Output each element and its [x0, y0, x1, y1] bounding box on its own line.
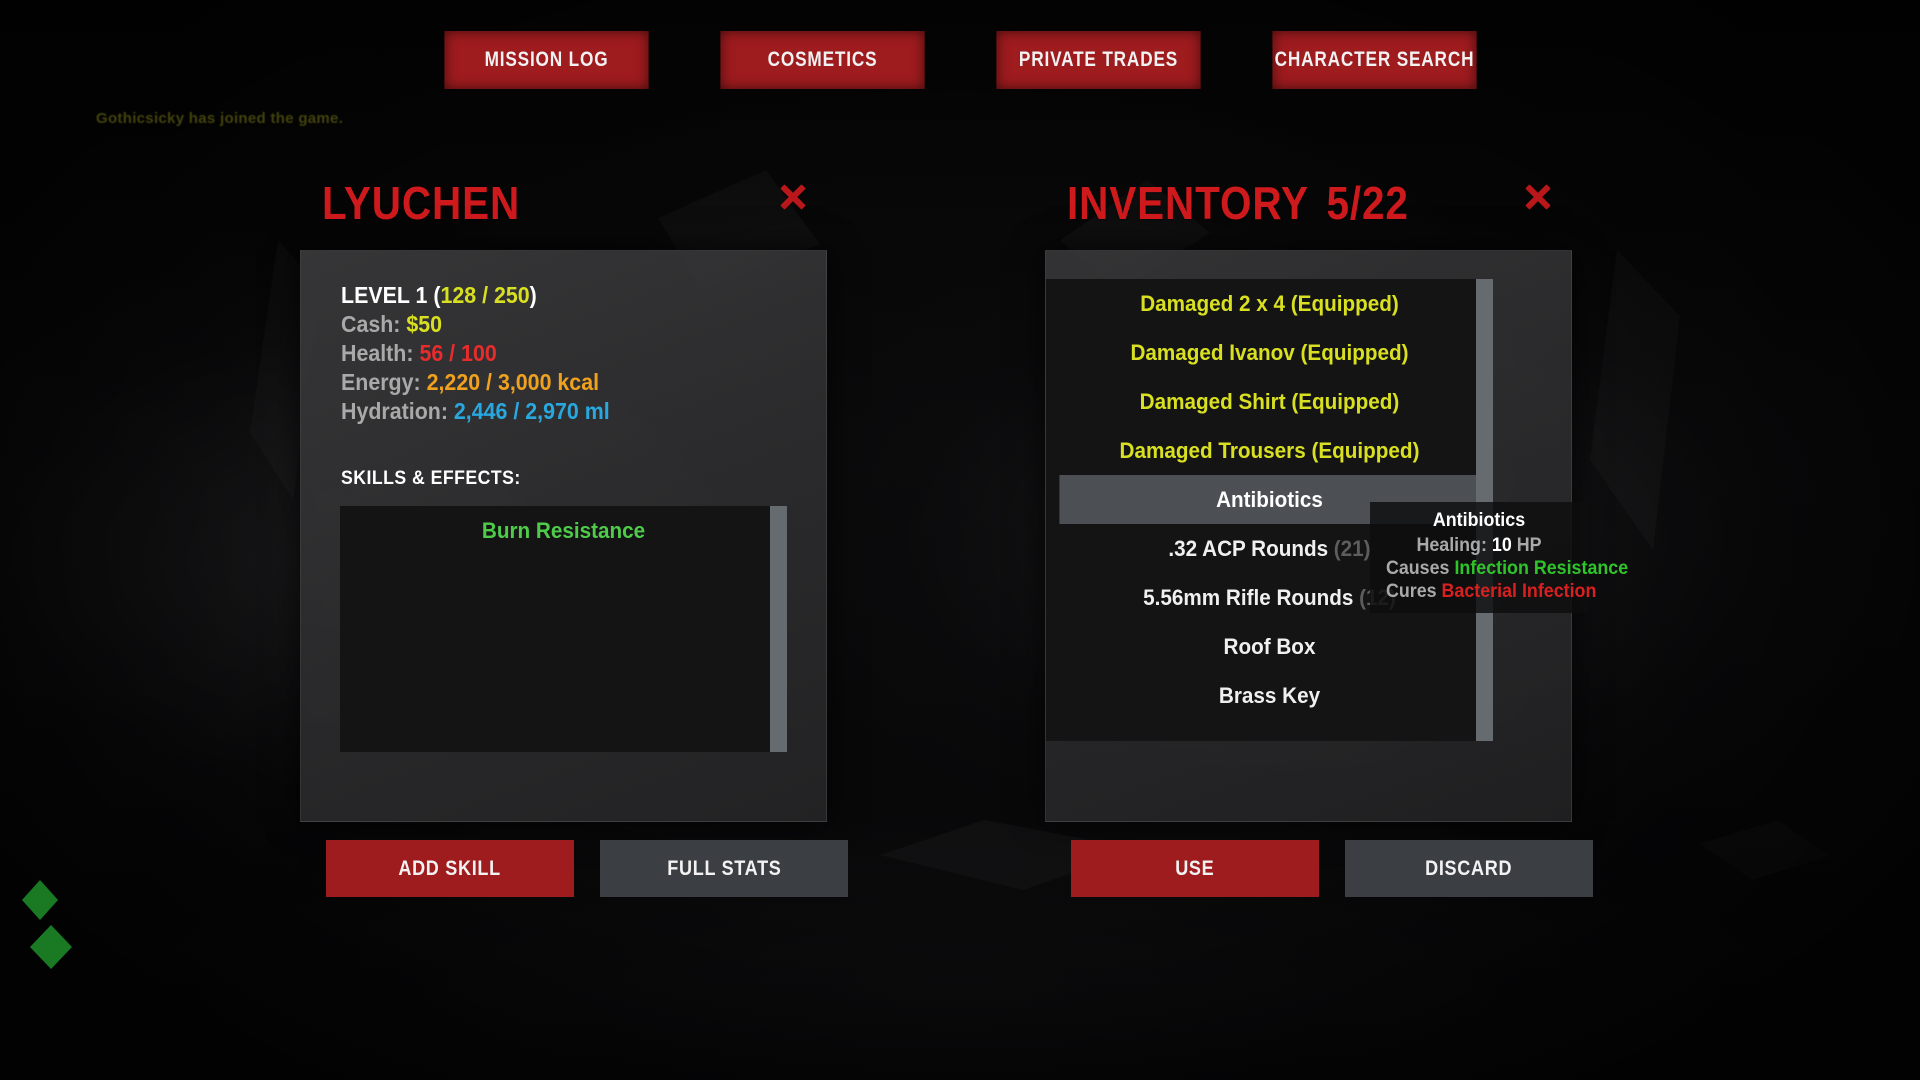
- character-stats-block: LEVEL 1 (128 / 250) Cash: $50 Health: 56…: [301, 251, 826, 426]
- inventory-panel-title: INVENTORY 5/22: [1067, 180, 1540, 226]
- list-item-label: Damaged Shirt (Equipped): [1139, 389, 1400, 414]
- list-item-label: Damaged 2 x 4 (Equipped): [1140, 291, 1399, 316]
- stat-label-health: Health:: [341, 340, 414, 366]
- list-item-label: 5.56mm Rifle Rounds: [1143, 585, 1354, 610]
- list-item[interactable]: Damaged Ivanov (Equipped): [1059, 328, 1479, 377]
- character-panel-body: LEVEL 1 (128 / 250) Cash: $50 Health: 56…: [300, 250, 827, 822]
- character-action-row: ADD SKILL FULL STATS: [326, 840, 848, 897]
- add-skill-button[interactable]: ADD SKILL: [326, 840, 574, 897]
- stat-label-level: LEVEL 1: [341, 282, 428, 308]
- skills-list[interactable]: Burn Resistance: [340, 506, 787, 752]
- nav-label-mission-log: MISSION LOG: [484, 48, 608, 71]
- list-item-quantity: (12): [1359, 585, 1396, 610]
- game-screen: MISSION LOG COSMETICS PRIVATE TRADES CHA…: [0, 0, 1920, 1080]
- background-shard: [1700, 820, 1830, 880]
- inventory-action-row: USE DISCARD: [1071, 840, 1593, 897]
- stat-value-health: 56 / 100: [419, 340, 497, 366]
- stat-value-energy: 2,220 / 3,000 kcal: [426, 369, 600, 395]
- nav-label-cosmetics: COSMETICS: [767, 48, 877, 71]
- add-skill-label: ADD SKILL: [398, 856, 502, 880]
- inventory-scrollbar-thumb[interactable]: [1476, 279, 1493, 741]
- character-panel-title: LYUCHEN: [322, 177, 521, 229]
- stat-row-cash: Cash: $50: [341, 310, 792, 339]
- inventory-title-text: INVENTORY: [1067, 177, 1309, 229]
- discard-label: DISCARD: [1425, 856, 1513, 880]
- list-item[interactable]: Damaged Trousers (Equipped): [1059, 426, 1479, 475]
- inventory-count: 5/22: [1326, 177, 1409, 229]
- list-item[interactable]: Damaged Shirt (Equipped): [1059, 377, 1479, 426]
- character-panel: LYUCHEN LEVEL 1 (128 / 250) Cash: $50 He…: [300, 180, 860, 822]
- inventory-panel: INVENTORY 5/22 Damaged 2 x 4 (Equipped) D…: [1045, 180, 1605, 822]
- top-navigation-bar: MISSION LOG COSMETICS PRIVATE TRADES CHA…: [0, 31, 1920, 89]
- skills-scrollbar-track[interactable]: [770, 506, 787, 752]
- list-item-label: Damaged Trousers (Equipped): [1119, 438, 1420, 463]
- list-item-label: Damaged Ivanov (Equipped): [1130, 340, 1409, 365]
- nav-label-private-trades: PRIVATE TRADES: [1018, 48, 1178, 71]
- stat-value-cash: $50: [406, 311, 443, 337]
- close-icon[interactable]: [774, 178, 812, 216]
- stat-row-level: LEVEL 1 (128 / 250): [341, 281, 792, 310]
- stat-row-energy: Energy: 2,220 / 3,000 kcal: [341, 368, 792, 397]
- nav-button-cosmetics[interactable]: COSMETICS: [719, 31, 925, 89]
- list-item[interactable]: Brass Key: [1059, 671, 1479, 720]
- chat-notification-message: Gothicsicky has joined the game.: [96, 110, 344, 127]
- stat-row-health: Health: 56 / 100: [341, 339, 792, 368]
- stat-xp-close-paren: ): [529, 282, 537, 308]
- list-item[interactable]: Damaged 2 x 4 (Equipped): [1059, 279, 1479, 328]
- leaf-decoration: [22, 880, 58, 920]
- skills-and-effects-heading: SKILLS & EFFECTS:: [341, 468, 521, 489]
- stat-value-hydration: 2,446 / 2,970 ml: [453, 398, 610, 424]
- full-stats-label: FULL STATS: [666, 856, 782, 880]
- inventory-list[interactable]: Damaged 2 x 4 (Equipped) Damaged Ivanov …: [1046, 279, 1493, 741]
- close-icon[interactable]: [1519, 178, 1557, 216]
- stat-row-hydration: Hydration: 2,446 / 2,970 ml: [341, 397, 792, 426]
- nav-button-character-search[interactable]: CHARACTER SEARCH: [1271, 31, 1477, 89]
- discard-button[interactable]: DISCARD: [1345, 840, 1593, 897]
- skills-scrollbar-thumb[interactable]: [770, 506, 787, 752]
- vignette-overlay: [0, 0, 1920, 1080]
- nav-button-private-trades[interactable]: PRIVATE TRADES: [995, 31, 1201, 89]
- inventory-panel-body: Damaged 2 x 4 (Equipped) Damaged Ivanov …: [1045, 250, 1572, 822]
- list-item[interactable]: Burn Resistance: [353, 506, 773, 555]
- use-label: USE: [1175, 856, 1215, 880]
- list-item-label: Antibiotics: [1216, 487, 1323, 512]
- stat-value-xp: 128 / 250: [440, 282, 530, 308]
- use-button[interactable]: USE: [1071, 840, 1319, 897]
- list-item-quantity: (21): [1333, 536, 1371, 561]
- list-item[interactable]: .32 ACP Rounds (21): [1059, 524, 1479, 573]
- leaf-decoration: [30, 925, 72, 969]
- list-item[interactable]: Roof Box: [1059, 622, 1479, 671]
- list-item-label: .32 ACP Rounds: [1168, 536, 1329, 561]
- stat-label-energy: Energy:: [341, 369, 421, 395]
- stat-xp-open-paren: (: [433, 282, 441, 308]
- inventory-scrollbar-track[interactable]: [1476, 279, 1493, 741]
- list-item-label: Roof Box: [1223, 634, 1316, 659]
- nav-label-character-search: CHARACTER SEARCH: [1274, 48, 1474, 71]
- background-gradient: [0, 0, 1920, 1080]
- nav-button-mission-log[interactable]: MISSION LOG: [443, 31, 649, 89]
- full-stats-button[interactable]: FULL STATS: [600, 840, 848, 897]
- list-item[interactable]: 5.56mm Rifle Rounds (12): [1059, 573, 1479, 622]
- stat-label-cash: Cash:: [341, 311, 401, 337]
- list-item[interactable]: Antibiotics: [1059, 475, 1480, 524]
- list-item-label: Brass Key: [1218, 683, 1321, 708]
- stat-label-hydration: Hydration:: [341, 398, 448, 424]
